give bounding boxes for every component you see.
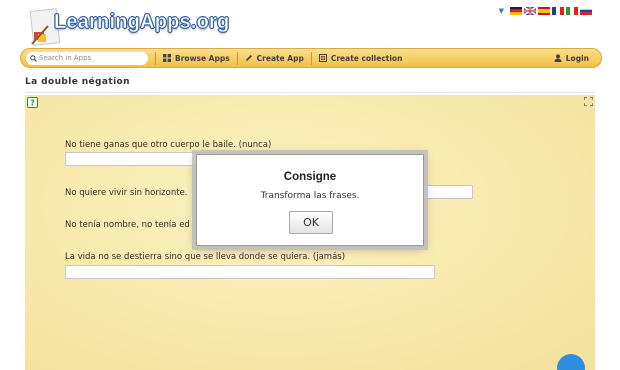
ok-button[interactable]: OK — [289, 211, 333, 234]
dialog-text: Transforma las frases. — [260, 191, 360, 201]
flag-es-icon[interactable] — [538, 7, 550, 15]
question-label: No tenía nombre, no tenía ed — [65, 220, 190, 230]
create-app-link[interactable]: Create App — [245, 54, 304, 63]
search-box[interactable] — [26, 51, 148, 65]
answer-input[interactable] — [423, 185, 473, 199]
flag-en-icon[interactable] — [524, 7, 536, 15]
main-navbar: Browse Apps Create App Create collection… — [20, 48, 602, 68]
flag-ru-icon[interactable] — [580, 7, 592, 15]
browse-apps-label: Browse Apps — [175, 53, 230, 63]
login-link[interactable]: Login — [554, 54, 589, 63]
question-label: La vida no se destierra sino que se llev… — [65, 252, 346, 262]
user-icon — [554, 54, 562, 62]
question-label: No tiene ganas que otro cuerpo le baile.… — [65, 140, 272, 150]
answer-input[interactable] — [65, 265, 435, 279]
title-divider — [25, 92, 595, 93]
grid-icon — [163, 54, 171, 62]
page-title: La double négation — [25, 77, 130, 87]
nav-divider — [155, 51, 156, 65]
fullscreen-icon[interactable] — [584, 97, 593, 106]
site-header: LearningApps.org ▼ — [0, 0, 620, 46]
flag-fr-icon[interactable] — [552, 7, 564, 15]
nav-divider — [310, 51, 312, 65]
search-input[interactable] — [39, 54, 144, 62]
svg-text:?: ? — [30, 99, 35, 108]
browse-apps-link[interactable]: Browse Apps — [163, 54, 230, 63]
dialog-title: Consigne — [283, 171, 337, 183]
search-icon — [30, 54, 37, 62]
create-collection-label: Create collection — [330, 53, 403, 63]
instruction-dialog: Consigne Transforma las frases. OK — [196, 154, 424, 246]
pencil-icon — [245, 55, 252, 61]
nav-divider — [236, 51, 238, 65]
chevron-down-icon[interactable]: ▼ — [499, 7, 504, 15]
action-button[interactable] — [557, 354, 585, 370]
logo-text[interactable]: LearningApps.org — [54, 11, 230, 34]
answer-input[interactable] — [65, 152, 215, 166]
question-label: No quiere vivir sin horizonte. — [65, 188, 188, 198]
flag-de-icon[interactable] — [510, 7, 522, 15]
login-label: Login — [565, 53, 589, 63]
create-app-label: Create App — [256, 53, 304, 63]
collection-icon — [318, 54, 327, 62]
language-selector[interactable]: ▼ — [499, 7, 592, 15]
create-collection-link[interactable]: Create collection — [318, 53, 403, 63]
help-icon[interactable]: ? — [27, 97, 38, 108]
flag-it-icon[interactable] — [566, 7, 578, 15]
